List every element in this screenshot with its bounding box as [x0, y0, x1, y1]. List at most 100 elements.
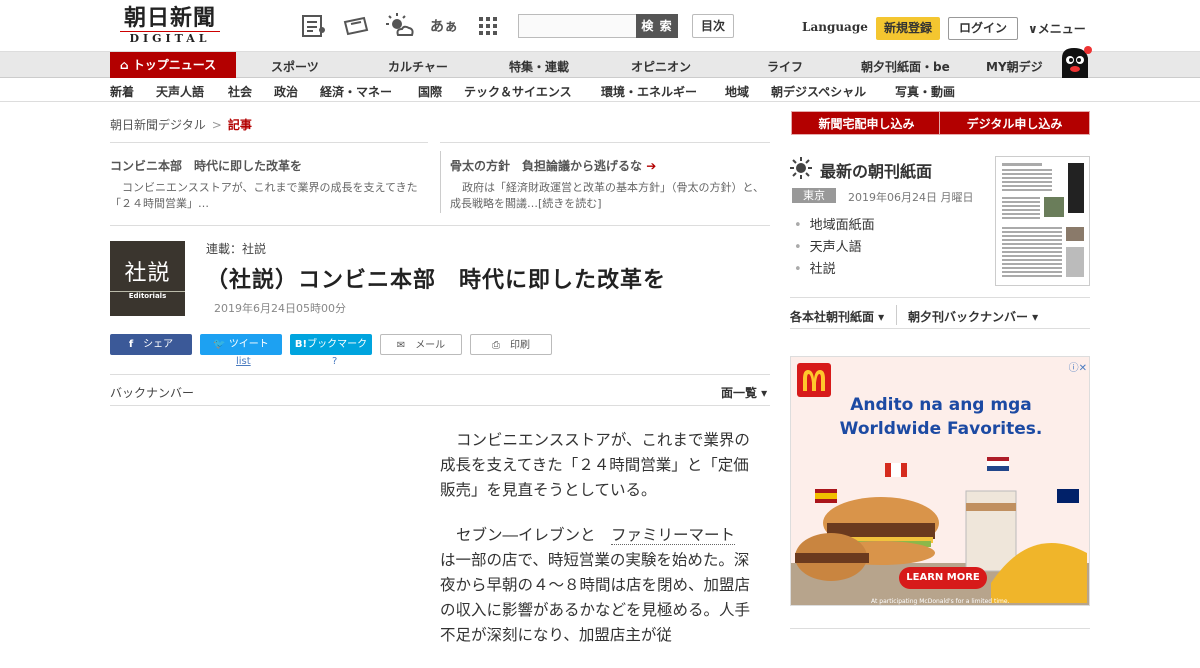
article-paragraph: コンビニエンスストアが、これまで業界の成長を支えてきた「２４時間営業」と「定価販… — [440, 431, 750, 499]
twitter-list-link[interactable]: list — [236, 356, 251, 367]
search-input[interactable] — [518, 14, 637, 38]
divider — [790, 628, 1090, 629]
nav-top-news-label: トップニュース — [132, 58, 217, 72]
weather-icon[interactable] — [386, 12, 414, 40]
divider — [790, 328, 1090, 329]
divider — [110, 405, 770, 406]
mail-button[interactable]: ✉ メール — [380, 334, 462, 355]
sun-icon — [790, 157, 812, 183]
digital-subscribe-button[interactable]: デジタル申し込み — [939, 111, 1090, 135]
toc-button[interactable]: 目次 — [692, 14, 734, 38]
login-button[interactable]: ログイン — [948, 17, 1018, 40]
home-icon: ⌂ — [120, 58, 133, 72]
print-button[interactable]: ⎙ 印刷 — [470, 334, 552, 355]
sidebar-link-tensei[interactable]: • 天声人語 — [794, 236, 862, 255]
nav2-tensei[interactable]: 天声人語 — [156, 83, 204, 100]
secondary-nav: 新着 天声人語 社会 政治 経済・マネー 国際 テック＆サイエンス 環境・エネル… — [0, 79, 1200, 102]
mail-icon: ✉ — [396, 340, 406, 351]
ad-fineprint: At participating McDonald's for a limite… — [871, 598, 1010, 605]
hatena-icon: B! — [294, 339, 308, 350]
divider — [896, 305, 897, 325]
hatena-count[interactable]: ? — [332, 356, 337, 367]
city-badge: 東京 — [792, 188, 836, 203]
ad-headline: Andito na ang mga Worldwide Favorites. — [839, 395, 1043, 439]
breadcrumb-current: 記事 — [227, 118, 252, 132]
twitter-share-button[interactable]: 🐦 ツイート — [200, 334, 282, 355]
divider — [110, 225, 770, 226]
register-button[interactable]: 新規登録 — [876, 17, 940, 40]
menu-button[interactable]: ∨メニュー — [1028, 20, 1086, 37]
arrow-right-icon: ➔ — [646, 159, 657, 173]
newspaper-icon[interactable] — [300, 12, 328, 40]
breadcrumb-home[interactable]: 朝日新聞デジタル — [110, 118, 206, 132]
logo-sub-text: DIGITAL — [120, 31, 220, 46]
page-list-dropdown[interactable]: 面一覧 ▾ — [721, 384, 767, 401]
morning-paper-title[interactable]: 最新の朝刊紙面 — [820, 158, 932, 182]
ad-info-icon[interactable]: ⓘ✕ — [1069, 359, 1087, 374]
ad-learn-more-button[interactable]: LEARN MORE — [899, 567, 987, 589]
nav2-photo[interactable]: 写真・動画 — [895, 83, 955, 100]
nav2-tech[interactable]: テック＆サイエンス — [464, 83, 572, 100]
primary-nav: ⌂ トップニュース スポーツ カルチャー 特集・連載 オピニオン ライフ 朝夕刊… — [0, 52, 1200, 78]
editorial-logo[interactable]: 社説 Editorials — [110, 241, 185, 316]
hatena-bookmark-button[interactable]: B!ブックマーク — [290, 334, 372, 355]
newspaper-thumbnail[interactable] — [995, 156, 1090, 286]
breadcrumb-sep: > — [211, 118, 222, 132]
editorial-logo-text: 社説 — [124, 261, 171, 286]
language-link[interactable]: Language — [802, 20, 868, 34]
regional-papers-dropdown[interactable]: 各本社朝刊紙面 ▾ — [790, 308, 884, 325]
sidebar-link-region[interactable]: • 地域面紙面 — [794, 214, 875, 233]
article-paragraph: セブン―イレブンと ファミリーマートは一部の店で、時短営業の実験を始めた。深夜か… — [440, 526, 751, 644]
nav2-environment[interactable]: 環境・エネルギー — [601, 83, 697, 100]
article-body: コンビニエンスストアが、これまで業界の成長を支えてきた「２４時間営業」と「定価販… — [440, 428, 750, 668]
familymart-link[interactable]: ファミリーマート — [611, 526, 736, 545]
article-date: 2019年6月24日05時00分 — [214, 302, 346, 315]
logo-text: 朝日新聞 — [123, 5, 216, 31]
asahi-logo[interactable]: 朝日新聞 DIGITAL — [112, 6, 228, 48]
twitter-icon: 🐦 — [213, 339, 226, 350]
divider — [790, 297, 1090, 298]
nav2-intl[interactable]: 国際 — [418, 83, 442, 100]
nav2-society[interactable]: 社会 — [228, 83, 252, 100]
nav2-region[interactable]: 地域 — [725, 83, 749, 100]
series-label[interactable]: 連載：社説 — [206, 240, 266, 257]
sidebar-link-editorial[interactable]: • 社説 — [794, 258, 836, 277]
facebook-share-button[interactable]: f シェア — [110, 334, 192, 355]
backnumber-link[interactable]: バックナンバー — [110, 384, 194, 401]
related-article-2[interactable]: 骨太の方針 負担論議から逃げるな ➔ 政府は「経済財政運営と改革の基本方針」（骨… — [440, 142, 770, 216]
nav-item-paper[interactable]: 朝夕刊紙面・be — [861, 58, 950, 75]
related-title: コンビニ本部 時代に即した改革を — [110, 159, 303, 173]
advertisement[interactable]: ⓘ✕ Andito na ang mga Worldwide Favorites… — [790, 356, 1090, 606]
nav-top-news[interactable]: ⌂ トップニュース — [110, 52, 236, 78]
nav-item-sports[interactable]: スポーツ — [271, 58, 319, 75]
ticket-icon[interactable] — [342, 12, 370, 40]
nav2-special[interactable]: 朝デジスペシャル — [771, 83, 866, 100]
nav-item-opinion[interactable]: オピニオン — [631, 58, 691, 75]
site-header: 朝日新聞 DIGITAL あぁ 検 索 目次 Language 新規登録 ログイ… — [0, 0, 1200, 52]
mcdonalds-logo-icon — [797, 363, 831, 397]
font-size-icon[interactable]: あぁ — [430, 12, 458, 40]
nav2-new[interactable]: 新着 — [110, 83, 134, 100]
article-title: （社説）コンビニ本部 時代に即した改革を — [206, 268, 667, 293]
nav2-politics[interactable]: 政治 — [274, 83, 298, 100]
related-article-1[interactable]: コンビニ本部 時代に即した改革を コンビニエンスストアが、これまで業界の成長を支… — [110, 142, 428, 216]
delivery-subscribe-button[interactable]: 新聞宅配申し込み — [791, 111, 942, 135]
paper-backnumber-dropdown[interactable]: 朝夕刊バックナンバー ▾ — [908, 308, 1038, 325]
breadcrumb: 朝日新聞デジタル > 記事 — [110, 116, 252, 133]
mascot-icon[interactable] — [1058, 44, 1092, 78]
nav-item-culture[interactable]: カルチャー — [388, 58, 448, 75]
search-button[interactable]: 検 索 — [636, 14, 678, 38]
related-desc: コンビニエンスストアが、これまで業界の成長を支えてきた「２４時間営業」… — [110, 181, 418, 210]
nav2-economy[interactable]: 経済・マネー — [320, 83, 392, 100]
facebook-icon: f — [128, 339, 134, 350]
editorial-logo-sub: Editorials — [110, 291, 185, 300]
nav-item-features[interactable]: 特集・連載 — [509, 58, 569, 75]
divider — [110, 374, 770, 375]
print-icon: ⎙ — [492, 340, 500, 351]
grid-menu-icon[interactable] — [474, 12, 502, 40]
related-title: 骨太の方針 負担論議から逃げるな ➔ — [450, 159, 657, 173]
nav-item-life[interactable]: ライフ — [767, 58, 803, 75]
related-desc: 政府は「経済財政運営と改革の基本方針」（骨太の方針）と、成長戦略を閣議…[続きを… — [450, 181, 765, 210]
paper-date: 2019年06月24日 月曜日 — [848, 191, 974, 204]
nav-item-my[interactable]: MY朝デジ — [986, 58, 1043, 75]
